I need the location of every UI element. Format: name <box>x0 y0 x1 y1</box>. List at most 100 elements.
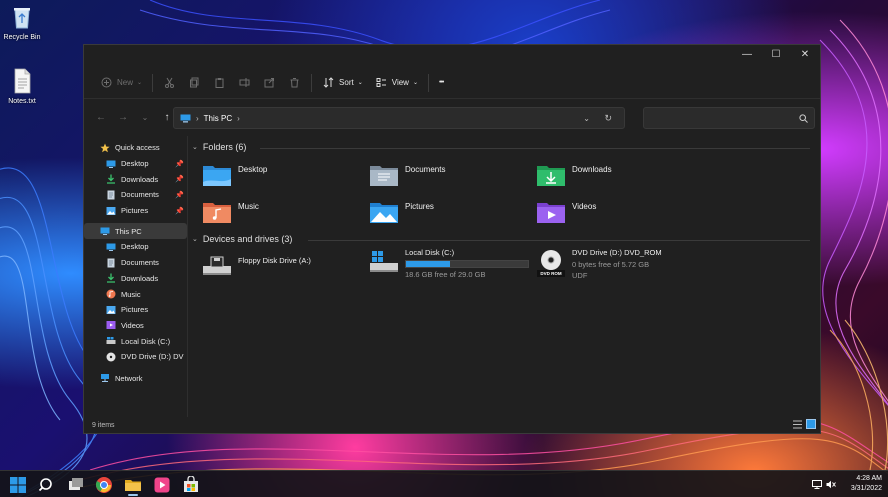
sidebar-item-label: Documents <box>121 258 159 268</box>
drive-filesystem: UDF <box>572 271 588 280</box>
sidebar-item-label: Pictures <box>121 305 149 315</box>
sidebar-item-desktop[interactable]: Desktop 📌 <box>84 156 187 172</box>
sidebar-item-pc-downloads[interactable]: Downloads <box>84 271 187 287</box>
folder-label: Music <box>238 202 259 211</box>
drive-floppy[interactable]: Floppy Disk Drive (A:) <box>202 252 311 282</box>
sidebar-item-pc-music[interactable]: Music <box>84 286 187 302</box>
breadcrumb-this-pc[interactable]: This PC <box>204 114 232 123</box>
sidebar-item-pc-desktop[interactable]: Desktop <box>84 239 187 255</box>
folders-section-header[interactable]: ⌄ Folders (6) <box>192 142 246 152</box>
folder-downloads[interactable]: Downloads <box>536 162 612 188</box>
minimize-button[interactable]: — <box>732 45 762 65</box>
breadcrumb-chevron: › <box>196 113 199 123</box>
pictures-icon <box>106 206 116 215</box>
store-icon[interactable] <box>182 476 200 494</box>
dvd-icon <box>106 352 116 362</box>
sidebar-item-pc-pictures[interactable]: Pictures <box>84 302 187 318</box>
network-icon <box>101 374 109 383</box>
task-view-icon[interactable] <box>67 476 85 494</box>
desktop-icon-notes[interactable]: Notes.txt <box>0 68 44 105</box>
sidebar-item-label: Desktop <box>121 159 149 169</box>
status-bar: 9 items <box>84 417 820 433</box>
folder-documents[interactable]: Documents <box>369 162 445 188</box>
sidebar-item-this-pc[interactable]: This PC <box>84 223 187 240</box>
volume-icon[interactable] <box>826 480 836 489</box>
copy-button[interactable] <box>182 71 207 95</box>
sidebar-item-pc-documents[interactable]: Documents <box>84 255 187 271</box>
breadcrumb-chevron[interactable]: › <box>237 114 240 123</box>
sidebar-item-downloads[interactable]: Downloads 📌 <box>84 171 187 187</box>
music-folder-icon <box>203 203 231 223</box>
sort-button[interactable]: Sort ⌄ <box>316 71 369 95</box>
cut-button[interactable] <box>157 71 182 95</box>
pc-icon <box>180 114 191 122</box>
search-icon[interactable] <box>38 476 56 494</box>
sidebar-item-quick-access[interactable]: Quick access <box>84 140 187 156</box>
folder-music[interactable]: Music <box>202 199 259 225</box>
sidebar-item-documents[interactable]: Documents 📌 <box>84 187 187 203</box>
sort-icon <box>322 76 335 89</box>
drive-free-space: 0 bytes free of 5.72 GB <box>572 260 650 269</box>
chevron-down-icon: ⌄ <box>192 236 198 243</box>
sidebar-item-label: Local Disk (C:) <box>121 336 171 346</box>
active-indicator <box>128 494 138 496</box>
tiles-view-toggle[interactable] <box>806 419 816 431</box>
refresh-button[interactable]: ↻ <box>604 113 612 124</box>
tiles-view-icon <box>806 419 816 429</box>
folder-desktop[interactable]: Desktop <box>202 162 267 188</box>
address-bar[interactable]: › This PC › ⌄ ↻ <box>173 107 625 129</box>
sidebar-item-label: Quick access <box>115 143 160 153</box>
back-button[interactable]: ← <box>90 112 112 123</box>
chevron-down-icon: ⌄ <box>412 80 418 86</box>
sidebar-item-local-disk[interactable]: Local Disk (C:) <box>84 333 187 349</box>
sidebar-item-label: Desktop <box>121 242 149 252</box>
clock[interactable]: 4:28 AM 3/31/2022 <box>851 474 882 494</box>
videos-folder-icon <box>537 203 565 223</box>
title-bar[interactable]: — ☐ ✕ <box>84 45 820 67</box>
folder-label: Documents <box>405 165 446 174</box>
forward-button[interactable]: → <box>112 112 134 123</box>
more-options-button[interactable]: ••• <box>433 71 449 95</box>
details-view-toggle[interactable] <box>793 420 802 431</box>
view-label: View <box>391 78 409 87</box>
rename-button[interactable] <box>232 71 257 95</box>
sidebar-item-label: Music <box>121 289 141 299</box>
sidebar-item-label: Videos <box>121 320 144 330</box>
maximize-button[interactable]: ☐ <box>761 45 791 65</box>
search-input[interactable] <box>643 107 815 129</box>
folder-label: Pictures <box>405 202 434 211</box>
address-dropdown-button[interactable]: ⌄ <box>583 114 590 123</box>
drives-section-header[interactable]: ⌄ Devices and drives (3) <box>192 234 292 244</box>
view-button[interactable]: View ⌄ <box>369 71 424 95</box>
new-button[interactable]: New ⌄ <box>94 71 148 95</box>
network-tray-icon[interactable] <box>812 480 822 489</box>
pc-icon <box>100 227 110 236</box>
pictures-icon <box>106 305 116 314</box>
share-button[interactable] <box>257 71 282 95</box>
new-label: New <box>117 78 134 87</box>
desktop-icon-recycle-bin[interactable]: Recycle Bin <box>0 4 44 41</box>
sidebar-item-dvd-drive[interactable]: DVD Drive (D:) DV <box>84 349 187 365</box>
folder-videos[interactable]: Videos <box>536 199 596 225</box>
command-bar: New ⌄ Sort ⌄ View ⌄ ••• <box>84 67 820 99</box>
documents-icon <box>107 190 115 200</box>
media-player-icon[interactable] <box>153 476 171 494</box>
trash-icon <box>288 76 301 89</box>
paste-button[interactable] <box>207 71 232 95</box>
sidebar-item-pc-videos[interactable]: Videos <box>84 318 187 334</box>
sidebar-item-label: DVD Drive (D:) DV <box>121 352 184 362</box>
delete-button[interactable] <box>282 71 307 95</box>
folder-label: Downloads <box>572 165 612 174</box>
drive-local-disk[interactable]: Local Disk (C:) 18.6 GB free of 29.0 GB <box>369 248 529 279</box>
disk-usage-fill <box>406 261 450 267</box>
file-explorer-icon[interactable] <box>124 476 142 494</box>
sidebar-item-pictures[interactable]: Pictures 📌 <box>84 203 187 219</box>
chevron-down-icon: ⌄ <box>192 144 198 151</box>
folder-pictures[interactable]: Pictures <box>369 199 434 225</box>
chrome-icon[interactable] <box>95 476 113 494</box>
sidebar-item-network[interactable]: Network <box>84 371 187 387</box>
close-button[interactable]: ✕ <box>790 45 820 65</box>
start-icon[interactable] <box>9 476 27 494</box>
recent-locations-button[interactable]: ⌄ <box>134 113 156 122</box>
more-icon: ••• <box>438 79 444 86</box>
